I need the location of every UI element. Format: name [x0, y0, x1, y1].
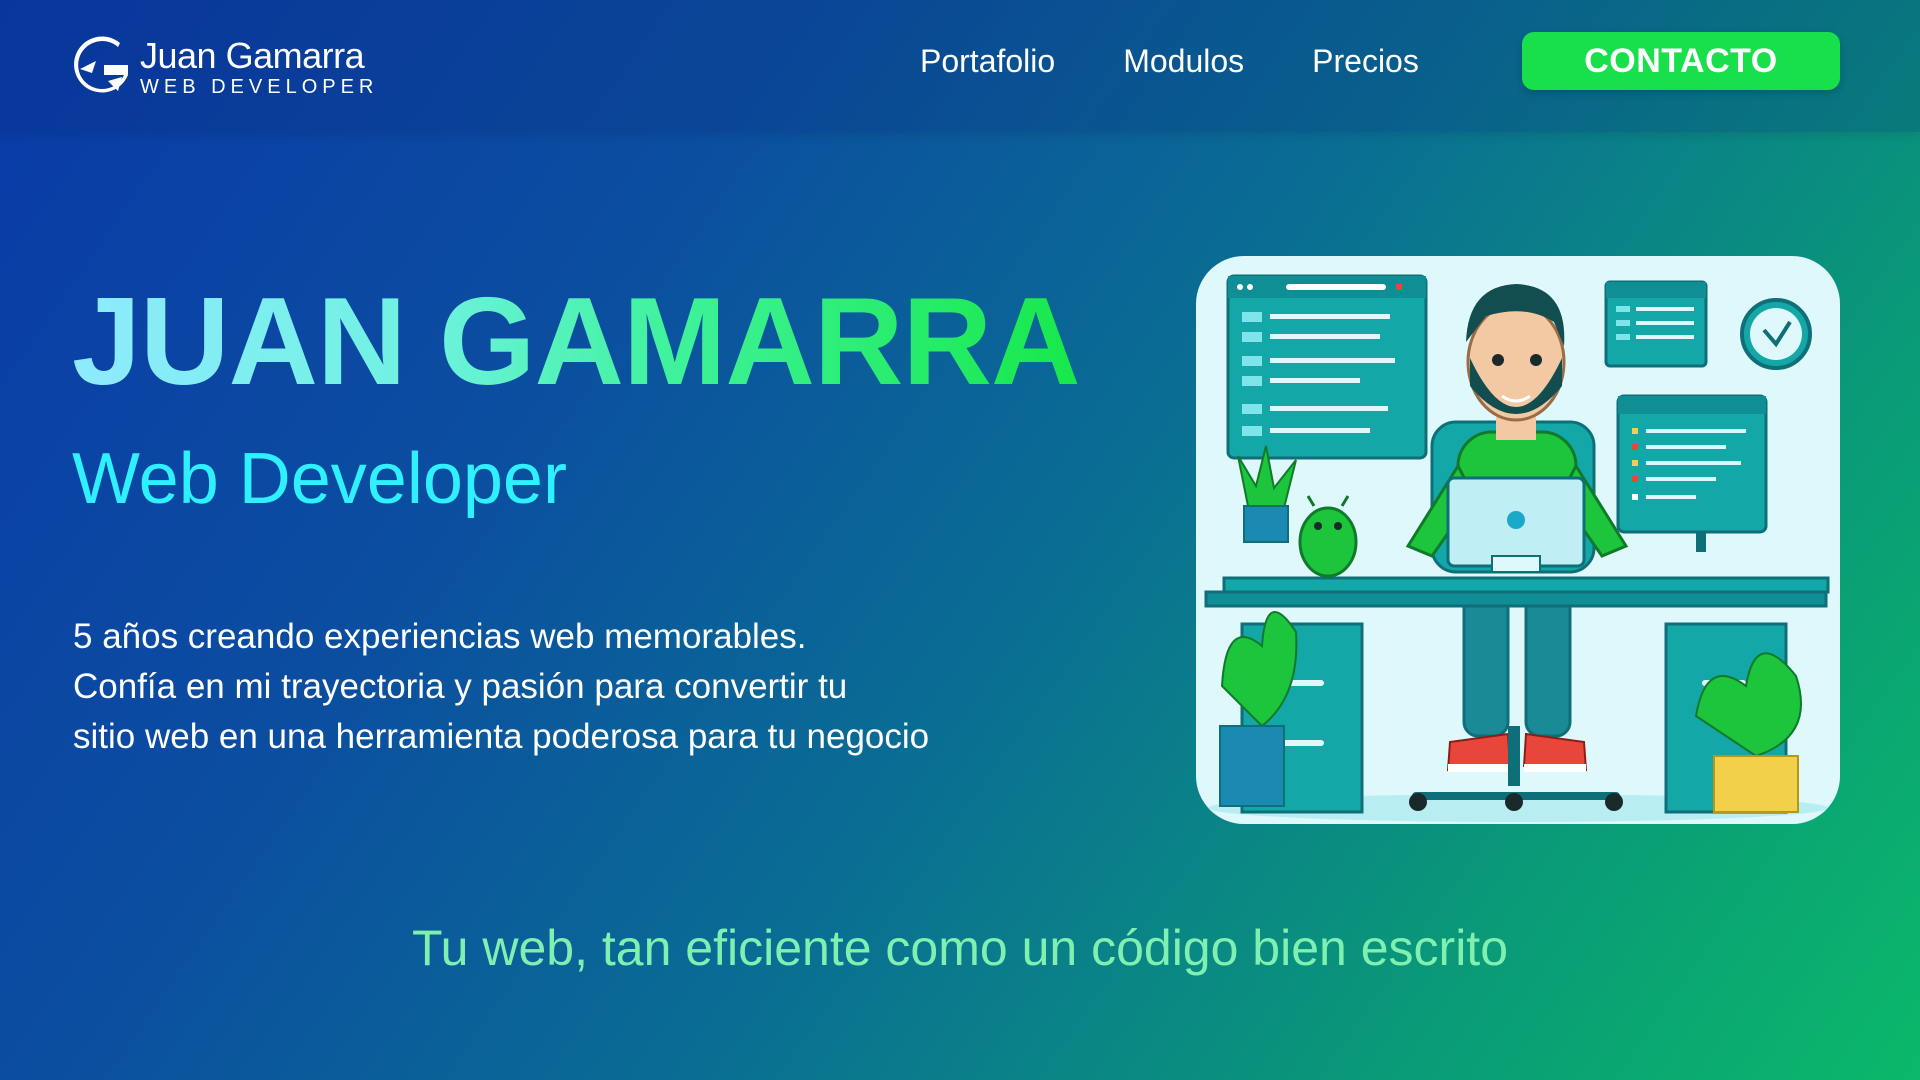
- chair-base: [1409, 726, 1623, 811]
- developer-at-desk-illustration: [1196, 256, 1840, 824]
- hero-subtitle: Web Developer: [72, 439, 567, 519]
- brand-name: Juan Gamarra: [140, 35, 365, 76]
- android-robot-icon: [1298, 495, 1358, 578]
- hero-title: JUAN GAMARRA: [72, 273, 1081, 411]
- clock-icon: [1740, 298, 1812, 370]
- hero-description-line: sitio web en una herramienta poderosa pa…: [73, 717, 930, 756]
- g-logo-icon: [74, 36, 128, 93]
- hero-description-line: Confía en mi trayectoria y pasión para c…: [73, 667, 848, 706]
- hero-description-line: 5 años creando experiencias web memorabl…: [73, 617, 807, 656]
- brand-tagline: WEB DEVELOPER: [140, 76, 379, 98]
- brand-text: Juan Gamarra WEB DEVELOPER: [140, 35, 379, 99]
- brand-logo-link[interactable]: Juan Gamarra WEB DEVELOPER: [74, 32, 378, 102]
- left-code-window: [1226, 274, 1428, 460]
- right-code-monitor: [1616, 394, 1768, 552]
- nav-link-portafolio[interactable]: Portafolio: [920, 38, 1055, 84]
- nav-link-modulos[interactable]: Modulos: [1123, 38, 1244, 84]
- top-right-code-window: [1604, 280, 1708, 368]
- site-header: Juan Gamarra WEB DEVELOPER Portafolio Mo…: [0, 0, 1920, 132]
- contact-button[interactable]: CONTACTO: [1522, 32, 1840, 90]
- laptop: [1446, 476, 1586, 573]
- nav-link-precios[interactable]: Precios: [1312, 38, 1419, 84]
- hero-description: 5 años creando experiencias web memorabl…: [73, 612, 1073, 762]
- main-nav: Portafolio Modulos Precios: [920, 38, 1419, 84]
- plant-icon: [1237, 445, 1297, 543]
- tagline: Tu web, tan eficiente como un código bie…: [412, 920, 1508, 976]
